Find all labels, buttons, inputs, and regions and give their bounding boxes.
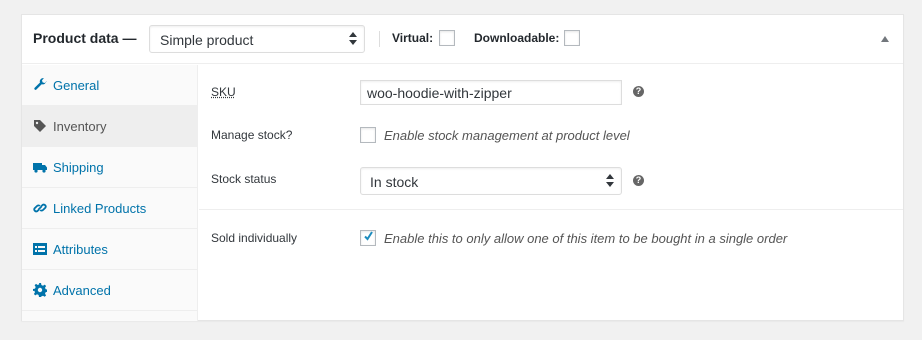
stock-status-label: Stock status: [211, 172, 277, 186]
tab-general[interactable]: General: [22, 65, 197, 106]
link-icon: [33, 203, 47, 213]
panel-header: Product data — Simple product Virtual: D…: [22, 15, 903, 64]
product-data-tabs: General Inventory Shipping Linked Produc…: [22, 65, 198, 321]
list-icon: [33, 243, 47, 255]
sku-help-icon[interactable]: ?: [633, 86, 644, 97]
manage-stock-label: Manage stock?: [211, 128, 293, 142]
stock-status-value: In stock: [370, 174, 419, 190]
virtual-label: Virtual:: [392, 31, 434, 45]
tab-label: Inventory: [53, 119, 107, 134]
select-arrows-icon: [606, 174, 614, 188]
tab-linked-products[interactable]: Linked Products: [22, 188, 197, 229]
section-divider: [199, 209, 903, 210]
sku-label: SKU: [211, 85, 236, 99]
sold-individually-checkbox[interactable]: [360, 230, 376, 246]
tab-label: Attributes: [53, 242, 108, 257]
tag-icon: [34, 120, 46, 132]
downloadable-label: Downloadable:: [474, 31, 560, 45]
tab-shipping[interactable]: Shipping: [22, 147, 197, 188]
product-type-value: Simple product: [160, 32, 254, 48]
sku-value: woo-hoodie-with-zipper: [367, 85, 512, 101]
virtual-checkbox[interactable]: [439, 30, 455, 46]
gear-icon: [33, 283, 47, 297]
tab-label: Advanced: [53, 283, 111, 298]
inventory-panel: SKU woo-hoodie-with-zipper ? Manage stoc…: [199, 65, 903, 321]
downloadable-checkbox[interactable]: [564, 30, 580, 46]
manage-stock-description: Enable stock management at product level: [384, 128, 630, 143]
checkmark-icon: [364, 231, 373, 241]
collapse-arrow-icon[interactable]: [881, 36, 889, 42]
wrench-icon: [34, 78, 47, 90]
product-type-select[interactable]: Simple product: [149, 25, 365, 53]
sold-individually-label: Sold individually: [211, 231, 298, 245]
tab-label: General: [53, 78, 100, 93]
sku-input[interactable]: woo-hoodie-with-zipper: [360, 80, 622, 105]
tab-label: Shipping: [53, 160, 104, 175]
tab-advanced[interactable]: Advanced: [22, 270, 197, 311]
product-data-panel: Product data — Simple product Virtual: D…: [21, 14, 904, 321]
header-separator: [379, 31, 380, 47]
select-arrows-icon: [349, 32, 357, 46]
sold-individually-description: Enable this to only allow one of this it…: [384, 231, 788, 246]
tab-attributes[interactable]: Attributes: [22, 229, 197, 270]
manage-stock-checkbox[interactable]: [360, 127, 376, 143]
stock-status-select[interactable]: In stock: [360, 167, 622, 195]
tab-label: Linked Products: [53, 201, 147, 216]
panel-title: Product data —: [33, 30, 137, 46]
stock-status-help-icon[interactable]: ?: [633, 175, 644, 186]
truck-icon: [33, 163, 47, 173]
tab-inventory[interactable]: Inventory: [22, 106, 197, 147]
